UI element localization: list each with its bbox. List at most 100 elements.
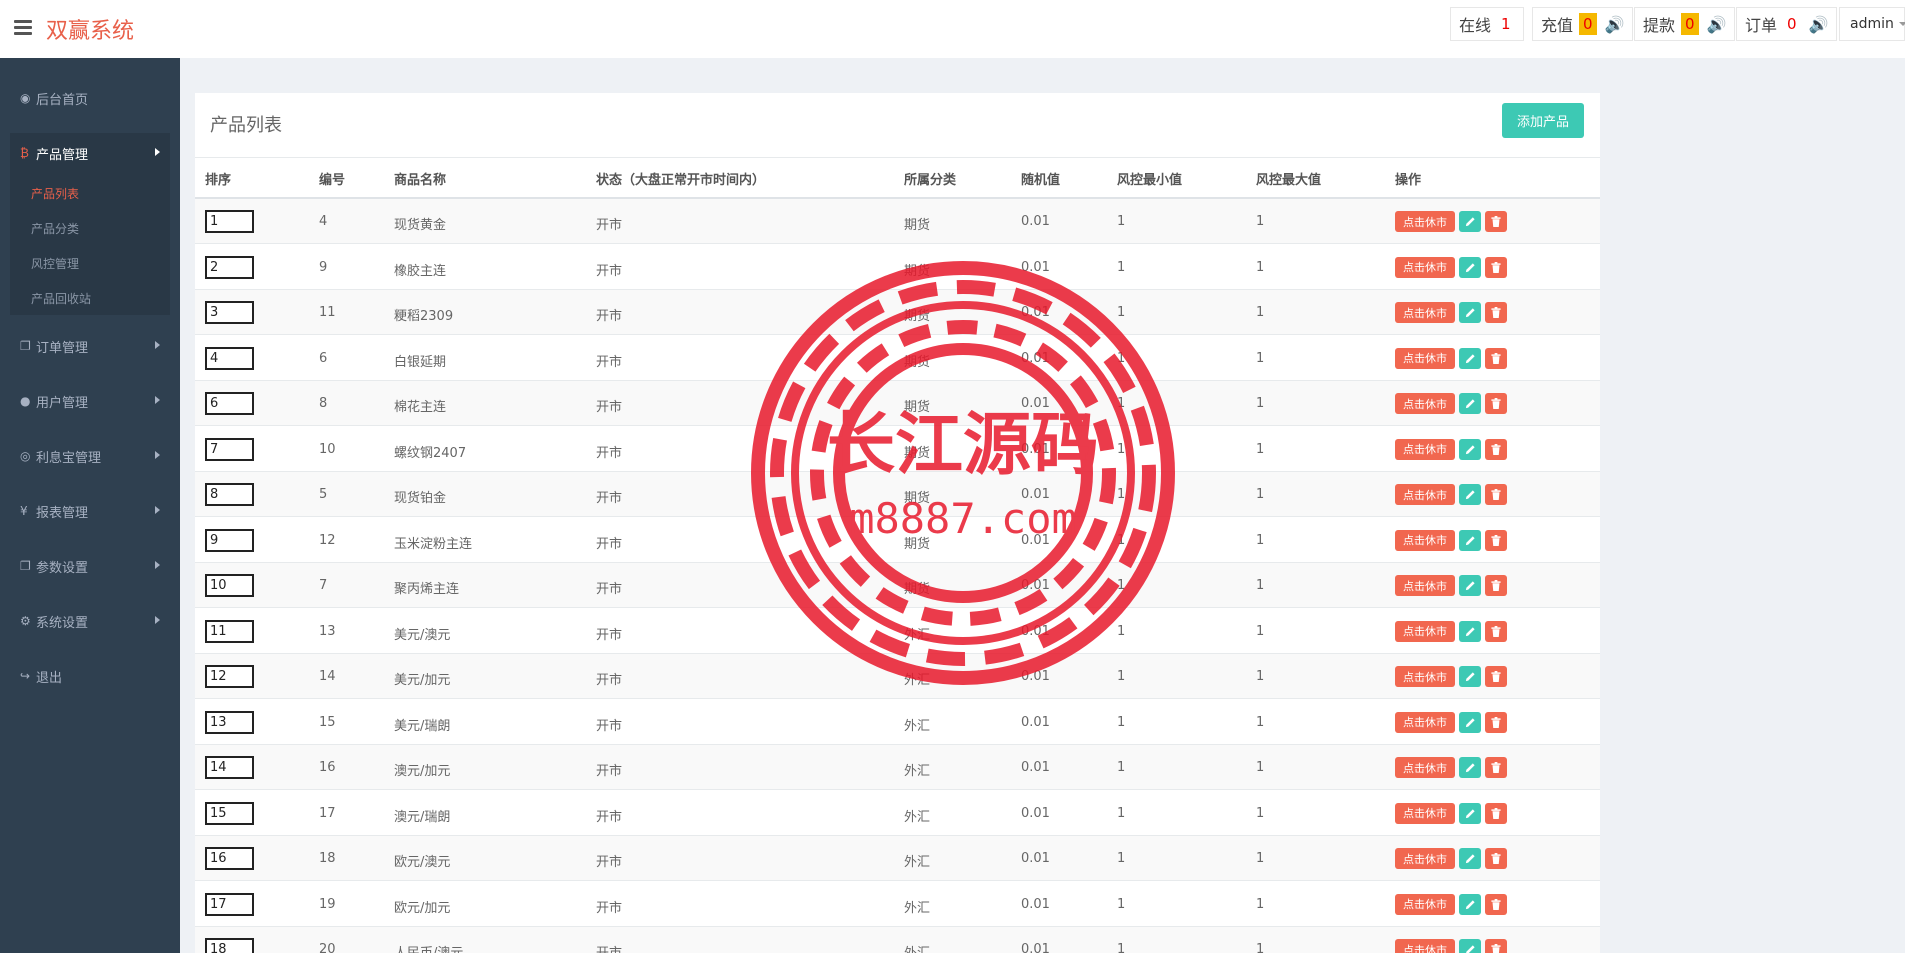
delete-button[interactable] <box>1485 393 1507 414</box>
sort-order-input[interactable] <box>205 938 254 953</box>
close-market-button[interactable]: 点击休市 <box>1395 711 1455 733</box>
edit-button[interactable] <box>1459 711 1481 733</box>
edit-button[interactable] <box>1459 484 1481 505</box>
delete-button[interactable] <box>1485 802 1507 824</box>
delete-button[interactable] <box>1485 893 1507 915</box>
pencil-icon <box>1465 672 1475 682</box>
edit-button[interactable] <box>1459 893 1481 915</box>
sort-order-input[interactable] <box>205 301 254 324</box>
cell-random: 0.01 <box>1021 896 1050 912</box>
sort-order-input[interactable] <box>205 892 254 916</box>
speaker-icon[interactable]: 🔊 <box>1707 15 1727 34</box>
order-indicator[interactable]: 订单 0 🔊 <box>1736 7 1838 41</box>
edit-button[interactable] <box>1459 757 1481 778</box>
close-market-button[interactable]: 点击休市 <box>1395 529 1455 551</box>
close-market-button[interactable]: 点击休市 <box>1395 802 1455 824</box>
edit-button[interactable] <box>1459 302 1481 323</box>
sidebar-item-system[interactable]: ⚙ 系统设置 <box>0 601 180 641</box>
sort-order-input[interactable] <box>205 847 254 870</box>
sidebar-item-reports[interactable]: ¥ 报表管理 <box>0 491 180 531</box>
sort-order-input[interactable] <box>205 801 254 825</box>
cell-category: 外汇 <box>904 942 930 953</box>
sidebar-item-interest[interactable]: ◎ 利息宝管理 <box>0 436 180 476</box>
withdraw-count: 0 <box>1681 13 1699 35</box>
edit-button[interactable] <box>1459 620 1481 642</box>
close-market-button[interactable]: 点击休市 <box>1395 211 1455 232</box>
delete-button[interactable] <box>1485 620 1507 642</box>
user-menu[interactable]: admin <box>1839 7 1905 41</box>
delete-button[interactable] <box>1485 939 1507 953</box>
sort-order-input[interactable] <box>205 437 254 461</box>
delete-button[interactable] <box>1485 575 1507 596</box>
sidebar-subitem-recycle-bin[interactable]: 产品回收站 <box>31 290 91 307</box>
close-market-button[interactable]: 点击休市 <box>1395 893 1455 915</box>
sidebar-item-orders[interactable]: ❐ 订单管理 <box>0 326 180 366</box>
close-market-button[interactable]: 点击休市 <box>1395 302 1455 323</box>
edit-button[interactable] <box>1459 256 1481 278</box>
edit-button[interactable] <box>1459 848 1481 869</box>
online-indicator[interactable]: 在线 1 <box>1450 7 1524 41</box>
delete-button[interactable] <box>1485 211 1507 232</box>
delete-button[interactable] <box>1485 302 1507 323</box>
edit-button[interactable] <box>1459 438 1481 460</box>
sort-order-input[interactable] <box>205 665 254 688</box>
sort-order-input[interactable] <box>205 574 254 597</box>
add-product-button[interactable]: 添加产品 <box>1502 103 1584 138</box>
delete-button[interactable] <box>1485 256 1507 278</box>
edit-button[interactable] <box>1459 347 1481 369</box>
edit-button[interactable] <box>1459 939 1481 953</box>
close-market-button[interactable]: 点击休市 <box>1395 393 1455 414</box>
close-market-button[interactable]: 点击休市 <box>1395 757 1455 778</box>
delete-button[interactable] <box>1485 347 1507 369</box>
speaker-icon[interactable]: 🔊 <box>1605 15 1625 34</box>
delete-button[interactable] <box>1485 848 1507 869</box>
delete-button[interactable] <box>1485 484 1507 505</box>
delete-button[interactable] <box>1485 757 1507 778</box>
sort-order-input[interactable] <box>205 756 254 779</box>
cell-category: 外汇 <box>904 764 931 779</box>
edit-button[interactable] <box>1459 575 1481 596</box>
edit-button[interactable] <box>1459 393 1481 414</box>
cell-status: 开市 <box>596 218 623 233</box>
sort-order-input[interactable] <box>205 619 254 643</box>
close-market-button[interactable]: 点击休市 <box>1395 484 1455 505</box>
cell-risk-min: 1 <box>1117 942 1126 953</box>
sidebar-item-products[interactable]: ₿ 产品管理 <box>10 133 170 173</box>
sort-order-input[interactable] <box>205 528 254 552</box>
sort-order-input[interactable] <box>205 346 254 370</box>
sort-order-input[interactable] <box>205 483 254 506</box>
sidebar-item-users[interactable]: ● 用户管理 <box>0 381 180 421</box>
edit-button[interactable] <box>1459 529 1481 551</box>
sidebar-subitem-risk-control[interactable]: 风控管理 <box>31 255 79 272</box>
delete-button[interactable] <box>1485 666 1507 687</box>
close-market-button[interactable]: 点击休市 <box>1395 939 1455 953</box>
close-market-button[interactable]: 点击休市 <box>1395 438 1455 460</box>
recharge-indicator[interactable]: 充值 0 🔊 <box>1532 7 1634 41</box>
delete-button[interactable] <box>1485 438 1507 460</box>
menu-toggle-icon[interactable] <box>14 20 32 36</box>
edit-button[interactable] <box>1459 211 1481 232</box>
close-market-button[interactable]: 点击休市 <box>1395 575 1455 596</box>
sidebar-subitem-product-list[interactable]: 产品列表 <box>31 185 79 202</box>
sidebar-item-label: 退出 <box>36 670 63 686</box>
edit-button[interactable] <box>1459 666 1481 687</box>
close-market-button[interactable]: 点击休市 <box>1395 256 1455 278</box>
withdraw-indicator[interactable]: 提款 0 🔊 <box>1634 7 1736 41</box>
close-market-button[interactable]: 点击休市 <box>1395 347 1455 369</box>
sort-order-input[interactable] <box>205 255 254 279</box>
sort-order-input[interactable] <box>205 710 254 734</box>
cell-status: 开市 <box>596 536 623 552</box>
close-market-button[interactable]: 点击休市 <box>1395 666 1455 687</box>
close-market-button[interactable]: 点击休市 <box>1395 620 1455 642</box>
delete-button[interactable] <box>1485 529 1507 551</box>
sort-order-input[interactable] <box>205 392 254 415</box>
sidebar-subitem-product-category[interactable]: 产品分类 <box>31 220 79 237</box>
sidebar-item-logout[interactable]: ↪ 退出 <box>0 656 180 696</box>
delete-button[interactable] <box>1485 711 1507 733</box>
edit-button[interactable] <box>1459 802 1481 824</box>
sidebar-item-dashboard[interactable]: ◉ 后台首页 <box>0 78 180 118</box>
speaker-icon[interactable]: 🔊 <box>1809 15 1829 34</box>
sort-order-input[interactable] <box>205 210 254 233</box>
sidebar-item-params[interactable]: ❐ 参数设置 <box>0 546 180 586</box>
close-market-button[interactable]: 点击休市 <box>1395 848 1455 869</box>
